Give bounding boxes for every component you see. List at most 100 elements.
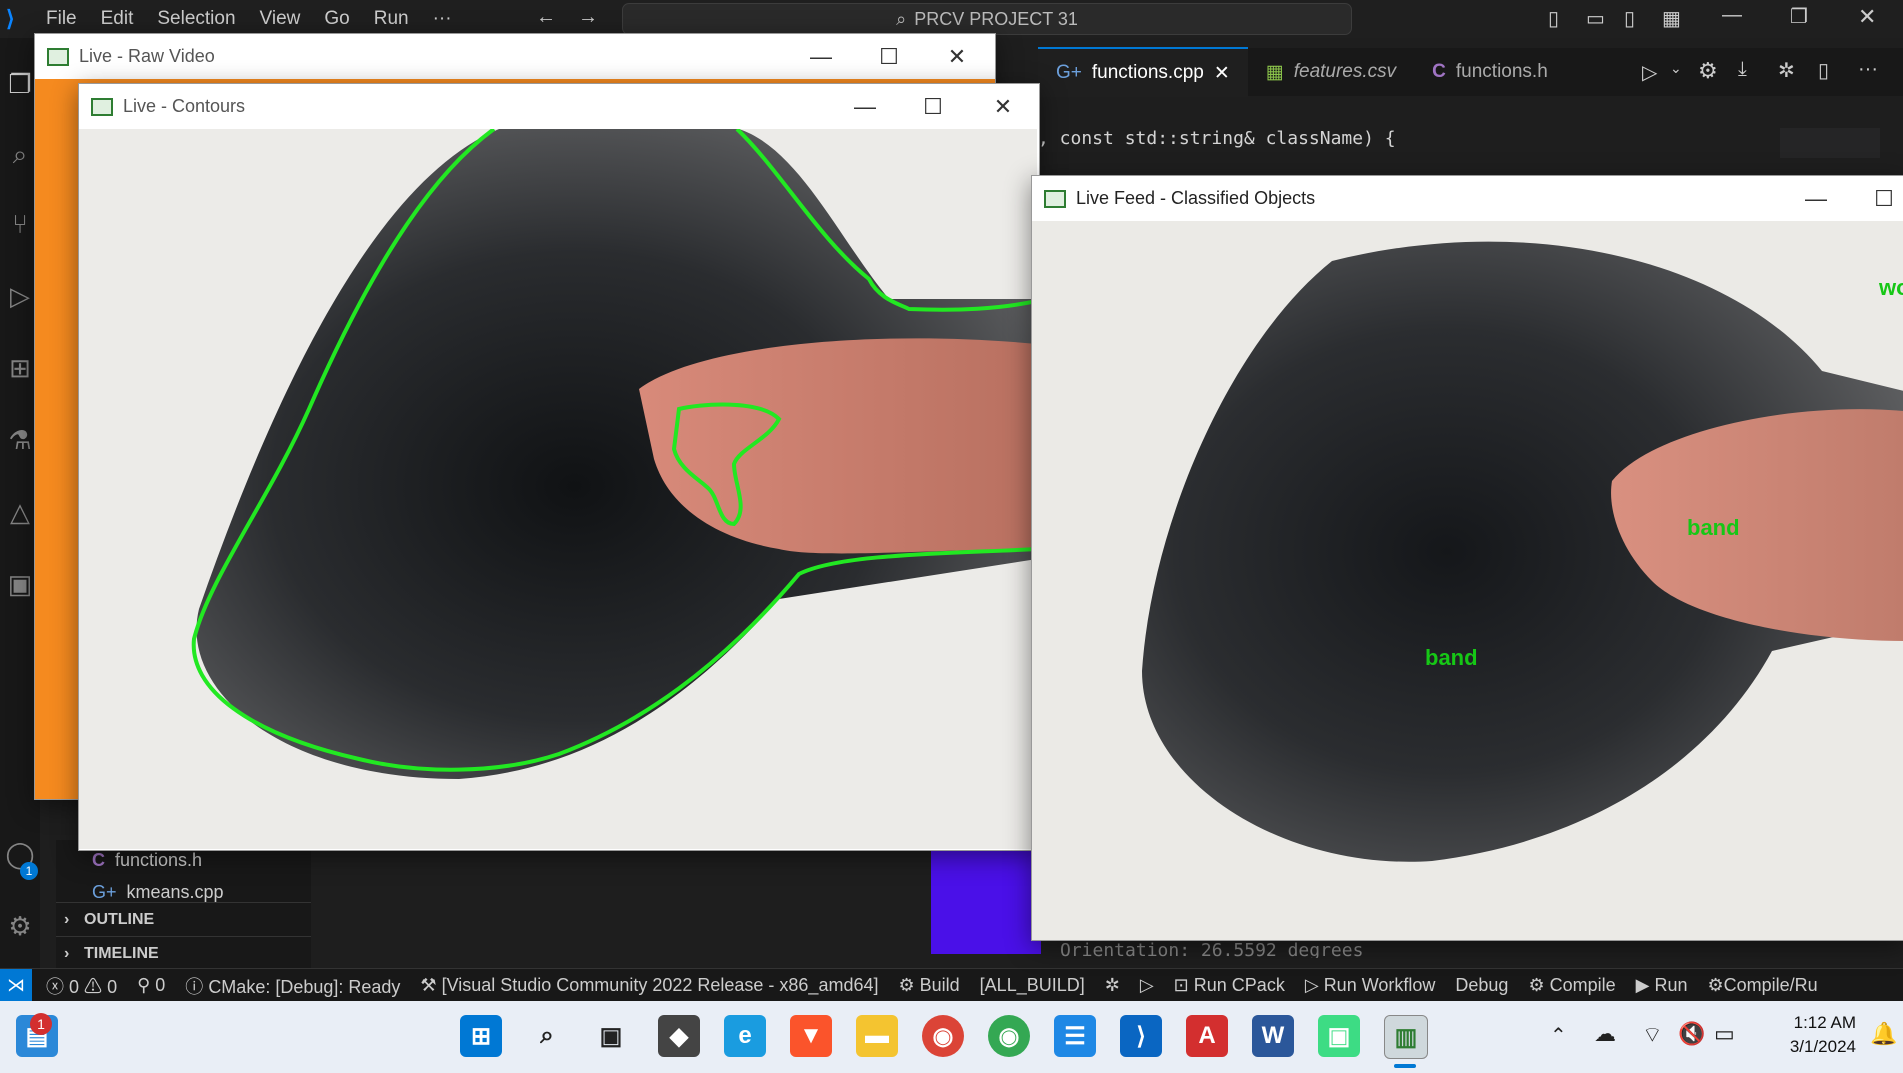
search-icon[interactable]: ⌕	[526, 1015, 568, 1057]
unity-hub-icon[interactable]: ◆	[658, 1015, 700, 1057]
window-title: Live Feed - Classified Objects	[1076, 188, 1316, 208]
close-icon[interactable]: ✕	[1858, 4, 1876, 30]
forward-arrow-icon[interactable]: →	[578, 6, 598, 29]
menu-run[interactable]: Run	[374, 8, 409, 30]
classified-titlebar[interactable]: Live Feed - Classified Objects — ☐	[1032, 176, 1903, 221]
minimap[interactable]	[1780, 128, 1880, 158]
chrome-profile-icon[interactable]: ◉	[988, 1015, 1030, 1057]
brave-browser-icon[interactable]: ▼	[790, 1015, 832, 1057]
outline-section[interactable]: › OUTLINE	[56, 902, 311, 937]
cmake-kit[interactable]: ⚒ [Visual Studio Community 2022 Release …	[420, 975, 878, 996]
opencv-window-taskbar-icon[interactable]: ▥	[1384, 1015, 1428, 1059]
run-workflow-button[interactable]: ▷ Run Workflow	[1305, 975, 1436, 996]
minimize-icon[interactable]: —	[787, 34, 855, 79]
vscode-taskbar-icon[interactable]: ⟩	[1120, 1015, 1162, 1057]
file-explorer-icon[interactable]: ▬	[856, 1015, 898, 1057]
compile-run-button[interactable]: ⚙Compile/Ru	[1708, 975, 1818, 996]
extensions-icon[interactable]: ⊞	[4, 352, 36, 384]
start-menu-icon[interactable]: ⊞	[460, 1015, 502, 1057]
explorer-icon[interactable]: ❐	[4, 68, 36, 100]
chevron-up-icon[interactable]: ⌃	[1550, 1023, 1567, 1048]
file-functions-h[interactable]: Cfunctions.h	[92, 850, 202, 871]
acrobat-icon[interactable]: A	[1186, 1015, 1228, 1057]
minimize-icon[interactable]: —	[1782, 176, 1850, 221]
search-icon[interactable]: ⌕	[4, 138, 36, 170]
menu-edit[interactable]: Edit	[101, 8, 134, 30]
menu-more[interactable]: ···	[433, 8, 452, 30]
minimize-icon[interactable]: —	[831, 84, 899, 129]
remote-explorer-icon[interactable]: ▣	[4, 568, 36, 600]
broadcast-icon: ⚲	[137, 975, 151, 995]
cmake-status[interactable]: ⓘ CMake: [Debug]: Ready	[185, 973, 400, 999]
testing-icon[interactable]: ⚗	[4, 424, 36, 456]
notepad-icon[interactable]: ☰	[1054, 1015, 1096, 1057]
problems-indicator[interactable]: ⓧ 0 ⚠ 0	[46, 973, 117, 999]
debug-icon[interactable]: ✲	[1778, 58, 1795, 83]
debug-bug-icon[interactable]: ✲	[1105, 975, 1120, 996]
run-debug-icon[interactable]: ▷	[4, 280, 36, 312]
run-icon[interactable]: ▷	[1642, 60, 1657, 85]
more-actions-icon[interactable]: ···	[1858, 58, 1878, 81]
task-view-icon[interactable]: ▣	[590, 1015, 632, 1057]
menu-selection[interactable]: Selection	[157, 8, 235, 30]
menu-go[interactable]: Go	[324, 8, 349, 30]
command-center[interactable]: ⌕ PRCV PROJECT 31	[622, 3, 1352, 35]
split-editor-icon[interactable]: ▯	[1818, 58, 1829, 83]
remote-indicator[interactable]: ⋊	[0, 969, 32, 1002]
compile-button[interactable]: ⚙ Compile	[1528, 975, 1615, 996]
maximize-icon[interactable]: ☐	[1850, 176, 1903, 221]
chrome-icon[interactable]: ◉	[922, 1015, 964, 1057]
ports-indicator[interactable]: ⚲ 0	[137, 975, 165, 996]
launch-icon[interactable]: ▷	[1140, 975, 1154, 996]
edge-browser-icon[interactable]: e	[724, 1015, 766, 1057]
contours-titlebar[interactable]: Live - Contours — ☐ ✕	[79, 84, 1039, 129]
cmake-icon[interactable]: △	[4, 496, 36, 528]
back-arrow-icon[interactable]: ←	[536, 6, 556, 29]
play-icon: ▶	[1635, 975, 1650, 995]
maximize-icon[interactable]: ☐	[899, 84, 967, 129]
debug-button[interactable]: Debug	[1455, 975, 1508, 996]
minimize-icon[interactable]: —	[1722, 4, 1742, 27]
close-icon[interactable]: ✕	[1214, 62, 1230, 85]
build-target[interactable]: [ALL_BUILD]	[980, 975, 1085, 996]
contours-window[interactable]: Live - Contours — ☐ ✕	[78, 83, 1040, 851]
menu-view[interactable]: View	[260, 8, 301, 30]
ports-count: 0	[155, 975, 166, 995]
settings-icon[interactable]: ⚙	[1698, 58, 1718, 84]
toggle-sidebar-icon[interactable]: ▯	[1548, 6, 1559, 31]
classified-window[interactable]: Live Feed - Classified Objects — ☐ band …	[1031, 175, 1903, 941]
wifi-icon[interactable]: ⌔	[1642, 1021, 1663, 1049]
settings-gear-icon[interactable]: ⚙	[4, 910, 36, 942]
tab-functions-cpp[interactable]: G+ functions.cpp ✕	[1038, 47, 1248, 97]
run-button[interactable]: ▶ Run	[1636, 975, 1688, 996]
menu-file[interactable]: File	[46, 8, 77, 30]
restore-icon[interactable]: ❐	[1790, 4, 1808, 29]
chevron-down-icon[interactable]: ⌄	[1670, 60, 1682, 77]
clock[interactable]: 1:12 AM 3/1/2024	[1756, 1013, 1856, 1057]
source-control-icon[interactable]: ⑂	[4, 208, 36, 240]
volume-muted-icon[interactable]: 🔇	[1678, 1021, 1705, 1047]
build-icon[interactable]: ⤓	[1738, 58, 1747, 81]
build-button[interactable]: ⚙ Build	[898, 975, 959, 996]
toggle-panel-icon[interactable]: ▭	[1586, 6, 1605, 31]
onedrive-cloud-icon[interactable]: ☁	[1594, 1021, 1616, 1047]
terminal-output: Orientation: 26.5592 degrees	[1060, 940, 1364, 958]
notification-bell-icon[interactable]: 🔔	[1870, 1021, 1897, 1047]
outline-label: OUTLINE	[84, 911, 155, 928]
maximize-icon[interactable]: ☐	[855, 34, 923, 79]
word-icon[interactable]: W	[1252, 1015, 1294, 1057]
battery-icon[interactable]: ▭	[1714, 1021, 1735, 1047]
file-kmeans-cpp[interactable]: G+ kmeans.cpp	[92, 882, 224, 903]
tab-features-csv[interactable]: ▦ features.csv	[1248, 48, 1414, 96]
timeline-section[interactable]: › TIMELINE	[56, 936, 311, 971]
raw-video-titlebar[interactable]: Live - Raw Video — ☐ ✕	[35, 34, 995, 79]
file-label: functions.h	[115, 850, 203, 870]
close-icon[interactable]: ✕	[923, 34, 991, 79]
toggle-secondary-sidebar-icon[interactable]: ▯	[1624, 6, 1635, 31]
info-icon: ⓘ	[185, 976, 204, 997]
tab-functions-h[interactable]: C functions.h	[1414, 48, 1566, 96]
run-cpack-button[interactable]: ⊡ Run CPack	[1174, 975, 1285, 996]
close-icon[interactable]: ✕	[969, 84, 1037, 129]
android-studio-icon[interactable]: ▣	[1318, 1015, 1360, 1057]
customize-layout-icon[interactable]: ▦	[1662, 6, 1681, 31]
